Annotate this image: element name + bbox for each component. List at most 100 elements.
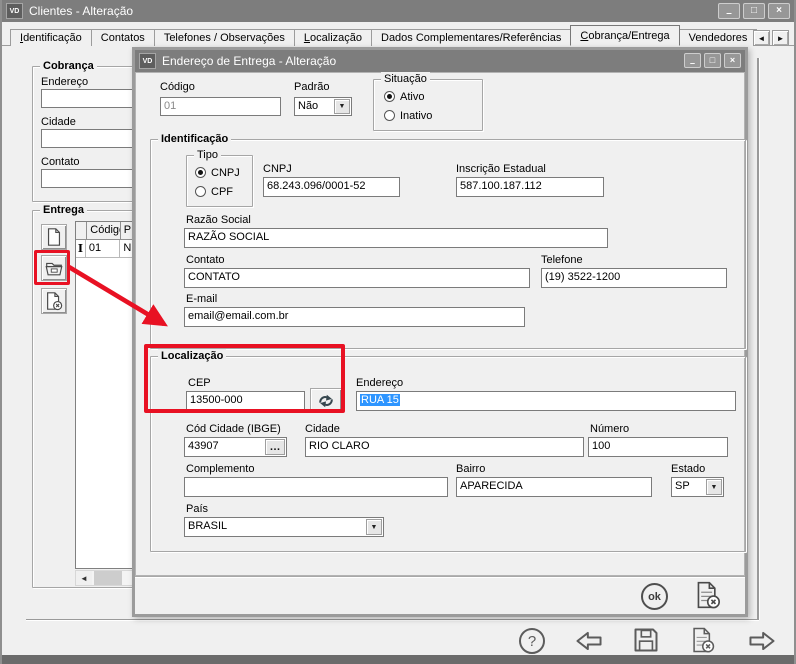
tab-dados-complementares-refer-ncias[interactable]: Dados Complementares/Referências: [371, 29, 571, 46]
group-identificacao: Identificação Tipo CNPJ CPF CNPJ 68.243.…: [150, 139, 746, 349]
tab-localiza-o[interactable]: Localização: [294, 29, 372, 46]
cobranca-endereco-label: Endereço: [41, 76, 88, 89]
estado-combobox[interactable]: SP ▼: [671, 477, 724, 497]
cod-cidade-ibge-field[interactable]: 43907 …: [184, 437, 287, 457]
numero-label: Número: [590, 423, 629, 436]
pais-combobox[interactable]: BRASIL ▼: [184, 517, 384, 537]
tab-identifica-o[interactable]: Identificação: [10, 29, 92, 46]
bairro-label: Bairro: [456, 463, 485, 476]
dialog-client-area: Código 01 Padrão Não ▼ Situação Ativo In…: [135, 72, 745, 576]
tab-cobran-a-entrega[interactable]: Cobrança/Entrega: [570, 25, 679, 46]
page-right-edge: [757, 58, 759, 620]
help-button[interactable]: ?: [519, 628, 545, 654]
email-field[interactable]: email@email.com.br: [184, 307, 525, 327]
group-tipo: Tipo CNPJ CPF: [186, 155, 253, 207]
ok-button[interactable]: ok: [641, 583, 668, 610]
cobranca-contato-field[interactable]: [41, 169, 133, 188]
padrao-combobox[interactable]: Não ▼: [294, 97, 352, 116]
tab-vendedores[interactable]: Vendedores: [679, 29, 758, 46]
scroll-left-arrow-icon[interactable]: ◄: [76, 571, 92, 585]
cep-lookup-button[interactable]: [310, 388, 342, 413]
telefone-field[interactable]: (19) 3522-1200: [541, 268, 727, 288]
dialog-cancel-button[interactable]: [693, 580, 723, 610]
previous-button[interactable]: [574, 628, 604, 654]
padrao-label: Padrão: [294, 81, 329, 94]
dialog-titlebar: VD Endereço de Entrega - Alteração – □ ×: [135, 50, 745, 72]
chevron-down-icon[interactable]: ▼: [706, 479, 722, 495]
window-bottom-border: [2, 655, 796, 664]
dialog-endereco-entrega: VD Endereço de Entrega - Alteração – □ ×…: [132, 47, 748, 617]
group-localizacao-title: Localização: [158, 349, 226, 364]
grid-row-indicator: I: [76, 240, 86, 258]
document-delete-icon: [44, 291, 64, 311]
window-title: Clientes - Alteração: [29, 4, 133, 18]
radio-icon: [195, 186, 206, 197]
telefone-label: Telefone: [541, 254, 583, 267]
grid-header-selector: [76, 222, 87, 240]
group-cobranca-title: Cobrança: [40, 59, 97, 74]
email-label: E-mail: [186, 293, 217, 306]
group-situacao: Situação Ativo Inativo: [373, 79, 483, 131]
dialog-minimize-button[interactable]: –: [684, 53, 701, 68]
dialog-maximize-button[interactable]: □: [704, 53, 721, 68]
tab-contatos[interactable]: Contatos: [91, 29, 155, 46]
dialog-button-bar: ok: [135, 576, 745, 614]
razao-social-field[interactable]: RAZÃO SOCIAL: [184, 228, 608, 248]
main-titlebar: VD Clientes - Alteração – □ ×: [2, 0, 794, 22]
bottom-toolbar: ?: [2, 625, 796, 655]
ellipsis-lookup-button[interactable]: …: [265, 439, 285, 455]
inscricao-estadual-field[interactable]: 587.100.187.112: [456, 177, 604, 197]
grid-data-row[interactable]: I 01 N: [76, 240, 137, 258]
radio-cnpj[interactable]: CNPJ: [195, 166, 240, 179]
cancel-button[interactable]: [689, 626, 717, 654]
tab-scroll-left-button[interactable]: ◄: [753, 30, 770, 46]
radio-ativo[interactable]: Ativo: [384, 90, 424, 103]
cobranca-cidade-field[interactable]: [41, 129, 133, 148]
cidade-field[interactable]: RIO CLARO: [305, 437, 584, 457]
tab-telefones-observa-es[interactable]: Telefones / Observações: [154, 29, 295, 46]
numero-field[interactable]: 100: [588, 437, 728, 457]
bairro-field[interactable]: APARECIDA: [456, 477, 652, 497]
new-record-button[interactable]: [41, 224, 67, 250]
grid-horizontal-scrollbar[interactable]: ◄: [75, 570, 138, 586]
grid-header-row: Código P: [76, 222, 137, 240]
contato-label: Contato: [186, 254, 225, 267]
cep-field[interactable]: 13500-000: [186, 391, 305, 411]
cnpj-field[interactable]: 68.243.096/0001-52: [263, 177, 400, 197]
entrega-grid[interactable]: Código P I 01 N: [75, 221, 138, 569]
group-identificacao-title: Identificação: [158, 132, 231, 147]
minimize-button[interactable]: –: [718, 3, 740, 19]
group-localizacao: Localização CEP 13500-000 Endereço RUA 1…: [150, 356, 746, 552]
document-delete-icon: [693, 580, 723, 610]
delete-record-button[interactable]: [41, 288, 67, 314]
tab-scroll-right-button[interactable]: ►: [772, 30, 789, 46]
radio-cpf[interactable]: CPF: [195, 185, 233, 198]
estado-label: Estado: [671, 463, 705, 476]
group-entrega: Entrega Código: [32, 210, 137, 588]
application-window: VD Clientes - Alteração – □ × Identifica…: [0, 0, 796, 664]
save-button[interactable]: [632, 626, 660, 654]
radio-icon: [384, 110, 395, 121]
arrow-right-icon: [747, 628, 777, 654]
chevron-down-icon[interactable]: ▼: [334, 99, 350, 114]
group-cobranca: Cobrança Endereço Cidade Contato: [32, 66, 137, 202]
swap-arrows-icon: [316, 391, 336, 411]
cobranca-endereco-field[interactable]: [41, 89, 133, 108]
dialog-close-button[interactable]: ×: [724, 53, 741, 68]
radio-inativo[interactable]: Inativo: [384, 109, 432, 122]
maximize-button[interactable]: □: [743, 3, 765, 19]
tab-strip: IdentificaçãoContatosTelefones / Observa…: [10, 26, 756, 46]
edit-record-button[interactable]: [41, 255, 67, 281]
scrollbar-thumb[interactable]: [94, 571, 122, 585]
codigo-label: Código: [160, 81, 195, 94]
close-button[interactable]: ×: [768, 3, 790, 19]
codigo-field[interactable]: 01: [160, 97, 281, 116]
contato-field[interactable]: CONTATO: [184, 268, 530, 288]
radio-icon: [195, 167, 206, 178]
endereco-field[interactable]: RUA 15: [356, 391, 736, 411]
cep-label: CEP: [188, 377, 211, 390]
chevron-down-icon[interactable]: ▼: [366, 519, 382, 535]
next-button[interactable]: [747, 628, 777, 654]
cod-cidade-ibge-label: Cód Cidade (IBGE): [186, 423, 281, 436]
complemento-field[interactable]: [184, 477, 448, 497]
